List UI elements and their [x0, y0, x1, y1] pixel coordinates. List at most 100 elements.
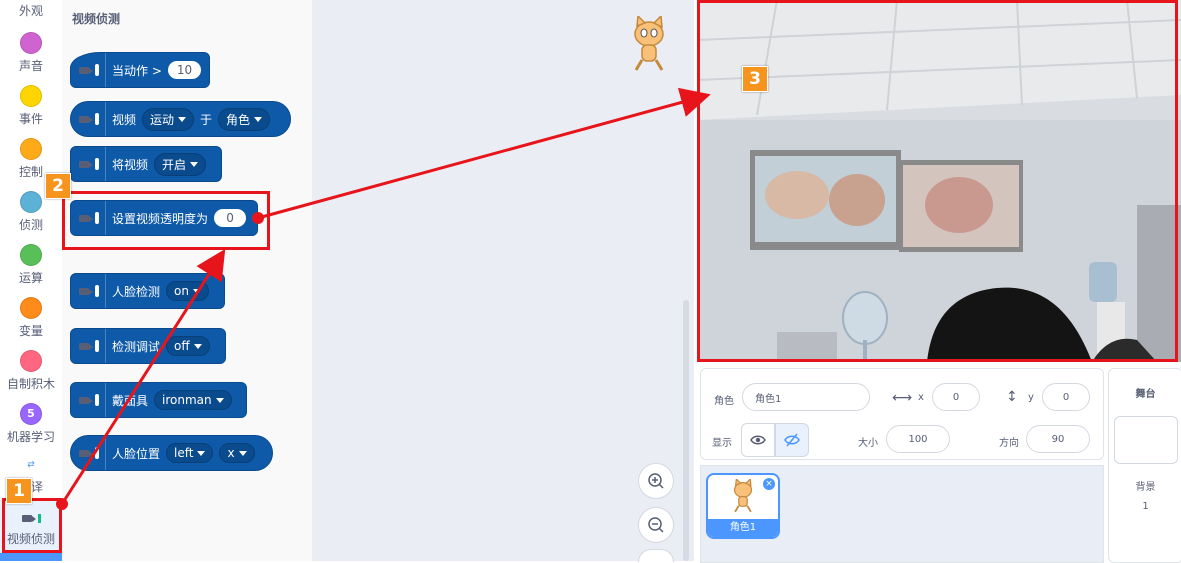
highlight-box-transparency-block — [62, 191, 270, 250]
face-detect-dropdown[interactable]: on — [166, 281, 209, 301]
x-label: x — [918, 392, 924, 403]
category-menu: 外观 声音 事件 控制 侦测 运算 变量 自制积木 5 机器学习 ⇄ 翻译 视频 — [0, 0, 63, 561]
axis-dropdown[interactable]: x — [219, 443, 255, 463]
y-position-field[interactable]: 0 — [1042, 383, 1090, 411]
delete-sprite-icon[interactable]: × — [763, 478, 775, 490]
video-extension-icon — [79, 436, 106, 470]
chevron-down-icon — [190, 161, 199, 167]
video-extension-icon — [79, 383, 106, 417]
turn-video-block[interactable]: 将视频 开启 — [70, 146, 222, 182]
backdrop-thumbnail[interactable] — [1113, 416, 1178, 464]
mask-block[interactable]: 戴面具 ironman — [70, 382, 247, 418]
face-detect-block[interactable]: 人脸检测 on — [70, 273, 225, 309]
mask-dropdown[interactable]: ironman — [154, 390, 232, 410]
block-text: 当动作 > — [112, 63, 162, 78]
cat-sprite-icon — [733, 479, 753, 513]
category-variables[interactable]: 变量 — [0, 297, 62, 339]
chevron-down-icon — [254, 116, 263, 122]
sprite-name-label: 角色 — [714, 396, 734, 407]
y-arrow-icon: ↕ — [1006, 389, 1018, 405]
control-color-dot — [20, 138, 42, 160]
block-text: 于 — [200, 112, 213, 127]
events-color-dot — [20, 85, 42, 107]
chevron-down-icon — [197, 450, 206, 456]
category-events[interactable]: 事件 — [0, 85, 62, 127]
block-text: 人脸检测 — [112, 284, 161, 299]
sprite-tile-label: 角色1 — [708, 519, 778, 537]
zoom-reset-button[interactable] — [638, 549, 674, 562]
y-label: y — [1028, 392, 1034, 403]
step-badge-3: 3 — [742, 66, 768, 92]
block-text: 戴面具 — [112, 393, 149, 408]
zoom-in-button[interactable] — [638, 463, 674, 499]
x-position-field[interactable]: 0 — [932, 383, 980, 411]
category-label: 变量 — [18, 324, 43, 338]
category-label: 外观 — [18, 4, 43, 18]
category-label: 机器学习 — [6, 430, 55, 444]
zoom-out-icon — [648, 517, 664, 533]
show-sprite-button[interactable] — [741, 423, 775, 457]
video-extension-icon — [79, 147, 106, 181]
video-extension-icon — [79, 53, 106, 87]
category-label: 自制积木 — [6, 377, 55, 391]
direction-field[interactable]: 90 — [1026, 425, 1090, 453]
zoom-in-icon — [648, 473, 664, 489]
chevron-down-icon — [215, 397, 224, 403]
highlight-box-video-category — [2, 498, 62, 553]
sensing-color-dot — [20, 191, 42, 213]
when-motion-block[interactable]: 当动作 > 10 — [70, 52, 210, 88]
video-state-dropdown[interactable]: 开启 — [154, 152, 207, 176]
chevron-down-icon — [238, 450, 247, 456]
variables-color-dot — [20, 297, 42, 319]
translate-icon: ⇄ — [27, 460, 35, 470]
chevron-down-icon — [178, 116, 187, 122]
block-text: 检测调试 — [112, 339, 161, 354]
chevron-down-icon — [193, 343, 202, 349]
cat-mascot-icon — [634, 16, 664, 71]
category-looks[interactable]: 外观 — [0, 2, 62, 19]
highlight-box-stage — [697, 0, 1178, 362]
video-extension-icon — [79, 102, 106, 136]
stage-selector-panel[interactable]: 舞台 背景 1 — [1108, 368, 1181, 563]
face-position-reporter[interactable]: 人脸位置 left x — [70, 435, 273, 471]
operators-color-dot — [20, 244, 42, 266]
eye-hidden-icon — [784, 433, 800, 447]
zoom-out-button[interactable] — [638, 507, 674, 543]
video-motion-reporter[interactable]: 视频 运动 于 角色 — [70, 101, 291, 137]
palette-title: 视频侦测 — [72, 12, 121, 26]
sprite-name-field[interactable]: 角色1 — [742, 383, 870, 411]
code-workspace[interactable] — [312, 0, 694, 561]
show-label: 显示 — [712, 438, 732, 449]
step-badge-2: 2 — [45, 173, 71, 199]
category-label: 声音 — [18, 59, 43, 73]
detect-debug-block[interactable]: 检测调试 off — [70, 328, 226, 364]
backdrop-count: 1 — [1142, 501, 1149, 512]
category-machine-learning[interactable]: 5 机器学习 — [0, 403, 62, 445]
machine-learning-icon: 5 — [20, 403, 42, 425]
x-arrow-icon: ⟷ — [892, 390, 913, 406]
block-text: 将视频 — [112, 157, 149, 172]
stage-title: 舞台 — [1135, 389, 1156, 400]
size-field[interactable]: 100 — [886, 425, 950, 453]
eye-icon — [750, 435, 766, 445]
category-label: 运算 — [18, 271, 43, 285]
video-extension-icon — [79, 274, 106, 308]
hide-sprite-button[interactable] — [775, 423, 809, 457]
category-selected-bar — [0, 553, 62, 561]
category-sound[interactable]: 声音 — [0, 32, 62, 74]
subject-dropdown[interactable]: 角色 — [218, 107, 271, 131]
workspace-scrollbar[interactable] — [683, 300, 689, 561]
category-my-blocks[interactable]: 自制积木 — [0, 350, 62, 392]
chevron-down-icon — [192, 288, 201, 294]
category-label: 事件 — [18, 112, 43, 126]
step-badge-1: 1 — [6, 478, 32, 504]
attribute-dropdown[interactable]: 运动 — [142, 107, 195, 131]
motion-value-input[interactable]: 10 — [167, 61, 202, 79]
category-label: 侦测 — [18, 218, 43, 232]
block-text: 视频 — [112, 112, 137, 127]
my-blocks-color-dot — [20, 350, 42, 372]
face-part-dropdown[interactable]: left — [166, 443, 214, 463]
category-operators[interactable]: 运算 — [0, 244, 62, 286]
sprite-tile[interactable]: × 角色1 — [706, 473, 780, 539]
debug-dropdown[interactable]: off — [166, 336, 210, 356]
